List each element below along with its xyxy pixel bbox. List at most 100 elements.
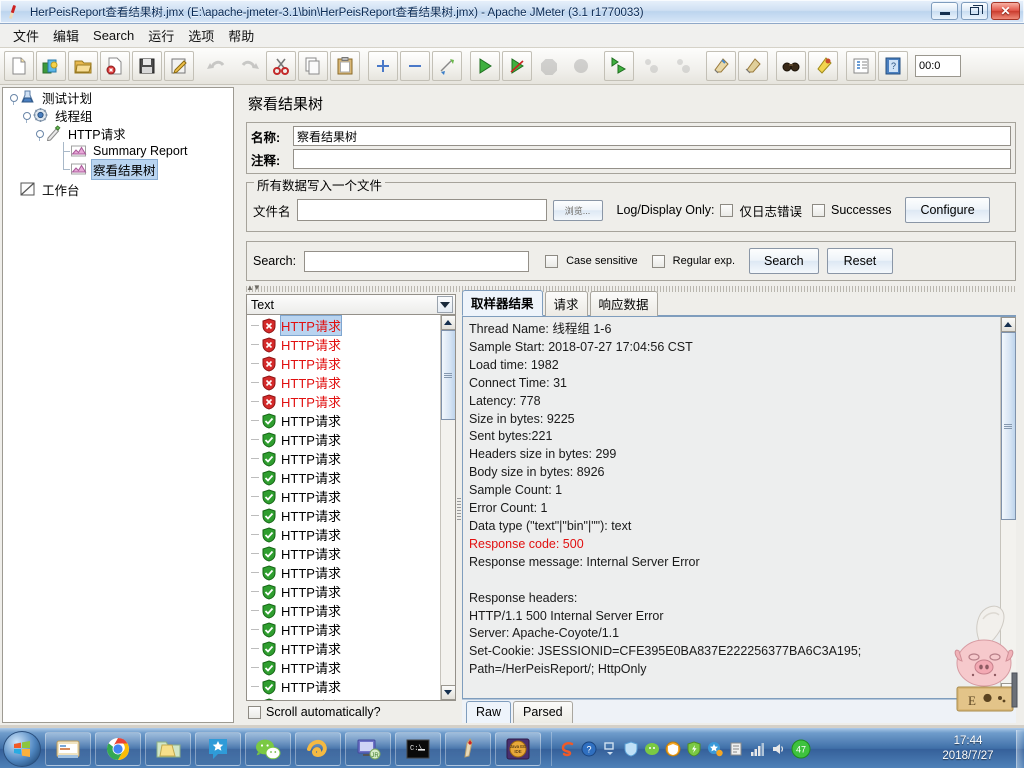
tab-parsed[interactable]: Parsed [513,701,573,723]
start-icon[interactable] [470,51,500,81]
chevron-down-icon[interactable] [437,296,453,313]
list-item[interactable]: HTTP请求 [247,487,440,506]
list-item[interactable]: HTTP请求 [247,544,440,563]
scroll-up-button[interactable] [440,315,455,330]
tree-node-http-request[interactable]: HTTP请求 [3,124,233,142]
blue-star-icon[interactable] [707,741,723,757]
cut-icon[interactable] [266,51,296,81]
tree-expander-icon[interactable] [33,125,45,141]
list-item[interactable]: HTTP请求 [247,696,440,700]
list-item[interactable]: HTTP请求 [247,354,440,373]
test-plan-tree[interactable]: 测试计划 线程组 HTTP请求 Summary Report 察看结果树 工作台 [2,87,234,723]
help-icon[interactable]: ? [878,51,908,81]
templates-icon[interactable] [36,51,66,81]
maximize-button[interactable] [961,2,988,20]
list-item[interactable]: HTTP请求 [247,506,440,525]
divider-collapse-arrows[interactable]: ▲▼ [246,283,261,292]
scroll-automatically-checkbox[interactable] [248,705,261,719]
sampler-result-text[interactable]: Thread Name: 线程组 1-6 Sample Start: 2018-… [463,317,1000,698]
list-item[interactable]: HTTP请求 [247,620,440,639]
taskbar-chrome[interactable] [95,731,141,766]
start-no-timers-icon[interactable] [502,51,532,81]
help-icon[interactable]: ? [581,741,597,757]
taskbar-javaee-ide[interactable]: Java EE IDE [495,731,541,766]
network-bars-icon[interactable] [749,741,765,757]
shield-blue-icon[interactable] [623,740,639,757]
taskbar-folders[interactable] [145,731,191,766]
collapse-all-icon[interactable] [400,51,430,81]
case-sensitive-checkbox[interactable] [545,254,559,268]
menu-options[interactable]: 选项 [181,23,221,48]
function-helper-icon[interactable] [846,51,876,81]
taskbar-wechat[interactable] [245,731,291,766]
tab-raw[interactable]: Raw [466,701,512,723]
orange-shield-icon[interactable] [665,741,681,757]
menu-help[interactable]: 帮助 [221,23,261,48]
copy-icon[interactable] [298,51,328,81]
search-icon[interactable] [776,51,806,81]
taskbar-cmd[interactable]: C:\ [395,731,441,766]
list-item[interactable]: HTTP请求 [247,468,440,487]
taskbar-explorer[interactable] [45,731,91,766]
tab-request[interactable]: 请求 [544,291,588,316]
remote-start-all-icon[interactable] [604,51,634,81]
save-as-icon[interactable] [164,51,194,81]
desktop-pet-mascot[interactable]: E [953,601,1019,713]
list-item[interactable]: HTTP请求 [247,582,440,601]
start-orb-icon[interactable] [3,730,41,767]
scroll-down-button[interactable] [440,685,455,700]
tab-sampler-result[interactable]: 取样器结果 [462,290,543,316]
list-item[interactable]: HTTP请求 [247,677,440,696]
results-list-scrollbar[interactable] [440,315,455,700]
close-icon[interactable] [100,51,130,81]
tree-expander-icon[interactable] [20,107,32,123]
list-item[interactable]: HTTP请求 [247,658,440,677]
list-item[interactable]: HTTP请求 [247,601,440,620]
open-icon[interactable] [68,51,98,81]
clear-icon[interactable] [706,51,736,81]
menu-edit[interactable]: 编辑 [46,23,86,48]
paste-icon[interactable] [330,51,360,81]
configure-button[interactable]: Configure [905,197,990,223]
list-item[interactable]: HTTP请求 [247,411,440,430]
taskbar-qq[interactable] [195,731,241,766]
regular-exp-checkbox[interactable] [651,254,665,268]
save-icon[interactable] [132,51,162,81]
search-reset-icon[interactable] [808,51,838,81]
list-item[interactable]: HTTP请求 [247,525,440,544]
search-button[interactable]: Search [749,248,819,274]
taskbar-remote[interactable]: JR [345,731,391,766]
new-icon[interactable] [4,51,34,81]
clear-all-icon[interactable] [738,51,768,81]
list-item[interactable]: HTTP请求 [247,639,440,658]
expand-all-icon[interactable] [368,51,398,81]
results-list[interactable]: HTTP请求 HTTP请求 HTTP请求 HTTP请求 HTTP请求 HTTP请… [246,315,456,701]
green-shield-icon[interactable] [686,740,702,757]
wechat-green-icon[interactable] [644,741,660,757]
tree-node-thread-group[interactable]: 线程组 [3,106,233,124]
search-input[interactable] [304,250,530,272]
show-hidden-icon[interactable] [602,741,618,757]
toggle-icon[interactable] [432,51,462,81]
tree-node-summary-report[interactable]: Summary Report [3,142,233,160]
taskbar-app7[interactable] [295,731,341,766]
list-item[interactable]: HTTP请求 [247,430,440,449]
list-item[interactable]: HTTP请求 [247,335,440,354]
tree-expander-icon[interactable] [7,89,19,105]
tree-node-workbench[interactable]: 工作台 [3,180,233,198]
name-input[interactable]: 察看结果树 [293,126,1011,146]
menu-run[interactable]: 运行 [141,23,181,48]
taskbar-jmeter[interactable] [445,731,491,766]
successes-checkbox[interactable] [812,203,825,217]
browse-button[interactable]: 浏览... [552,199,603,221]
scrollbar-thumb[interactable] [440,330,455,420]
scrollbar-track[interactable] [440,330,455,685]
minimize-button[interactable] [931,2,958,20]
reset-button[interactable]: Reset [826,248,894,274]
clipboard-icon[interactable] [728,741,744,757]
tab-response-data[interactable]: 响应数据 [589,291,658,316]
sogou-icon[interactable] [560,741,576,757]
errors-only-checkbox[interactable] [720,203,734,217]
menu-search[interactable]: Search [86,25,141,46]
list-item[interactable]: HTTP请求 [247,373,440,392]
